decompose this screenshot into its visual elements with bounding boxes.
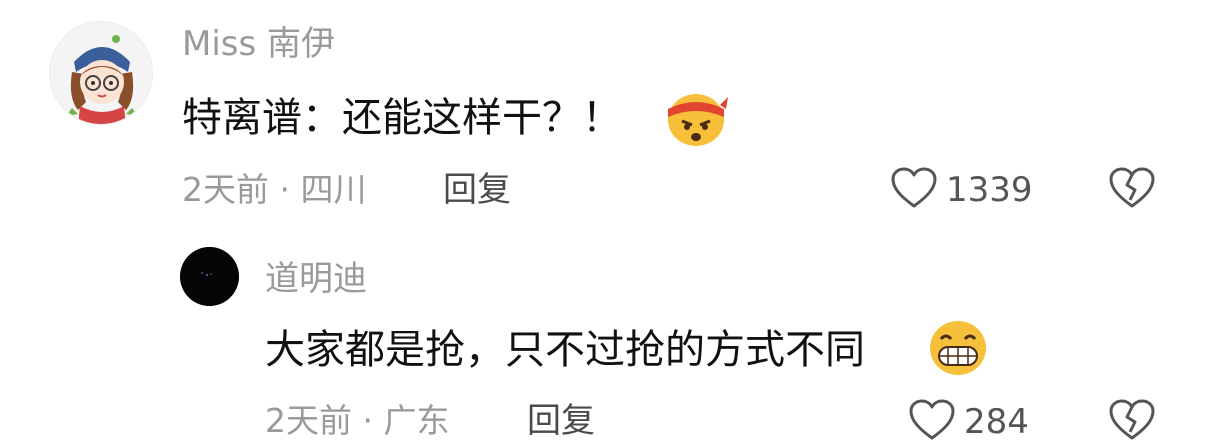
angry-headband-emoji-icon [664,87,728,151]
comment-time-location: 2天前 · 四川 [182,170,367,209]
comment-reply-button[interactable]: 回复 [443,170,511,210]
grinning-teeth-emoji-icon [927,319,989,381]
comment-like-button[interactable]: 1339 [890,166,1033,214]
heart-outline-icon [908,398,956,446]
commenter-username[interactable]: Miss 南伊 [182,24,335,64]
heart-outline-icon [890,166,938,214]
reply-time-location: 2天前 · 广东 [265,401,450,440]
reply-dislike-button[interactable] [1108,398,1156,446]
broken-heart-icon [1108,398,1156,446]
commenter-avatar[interactable] [49,21,153,125]
dark-avatar-image [180,247,239,306]
reply-like-button[interactable]: 284 [908,398,1029,446]
reply-reply-button[interactable]: 回复 [527,401,595,441]
comment-text: 特离谱：还能这样干？！ [182,95,622,141]
girl-avatar-illustration [50,22,152,124]
reply-like-count: 284 [964,402,1029,442]
comment-like-count: 1339 [946,170,1033,210]
replier-username[interactable]: 道明迪 [265,259,367,299]
reply-text: 大家都是抢，只不过抢的方式不同 [265,327,865,373]
comment-dislike-button[interactable] [1108,166,1156,214]
replier-avatar[interactable] [180,247,239,306]
broken-heart-icon [1108,166,1156,214]
